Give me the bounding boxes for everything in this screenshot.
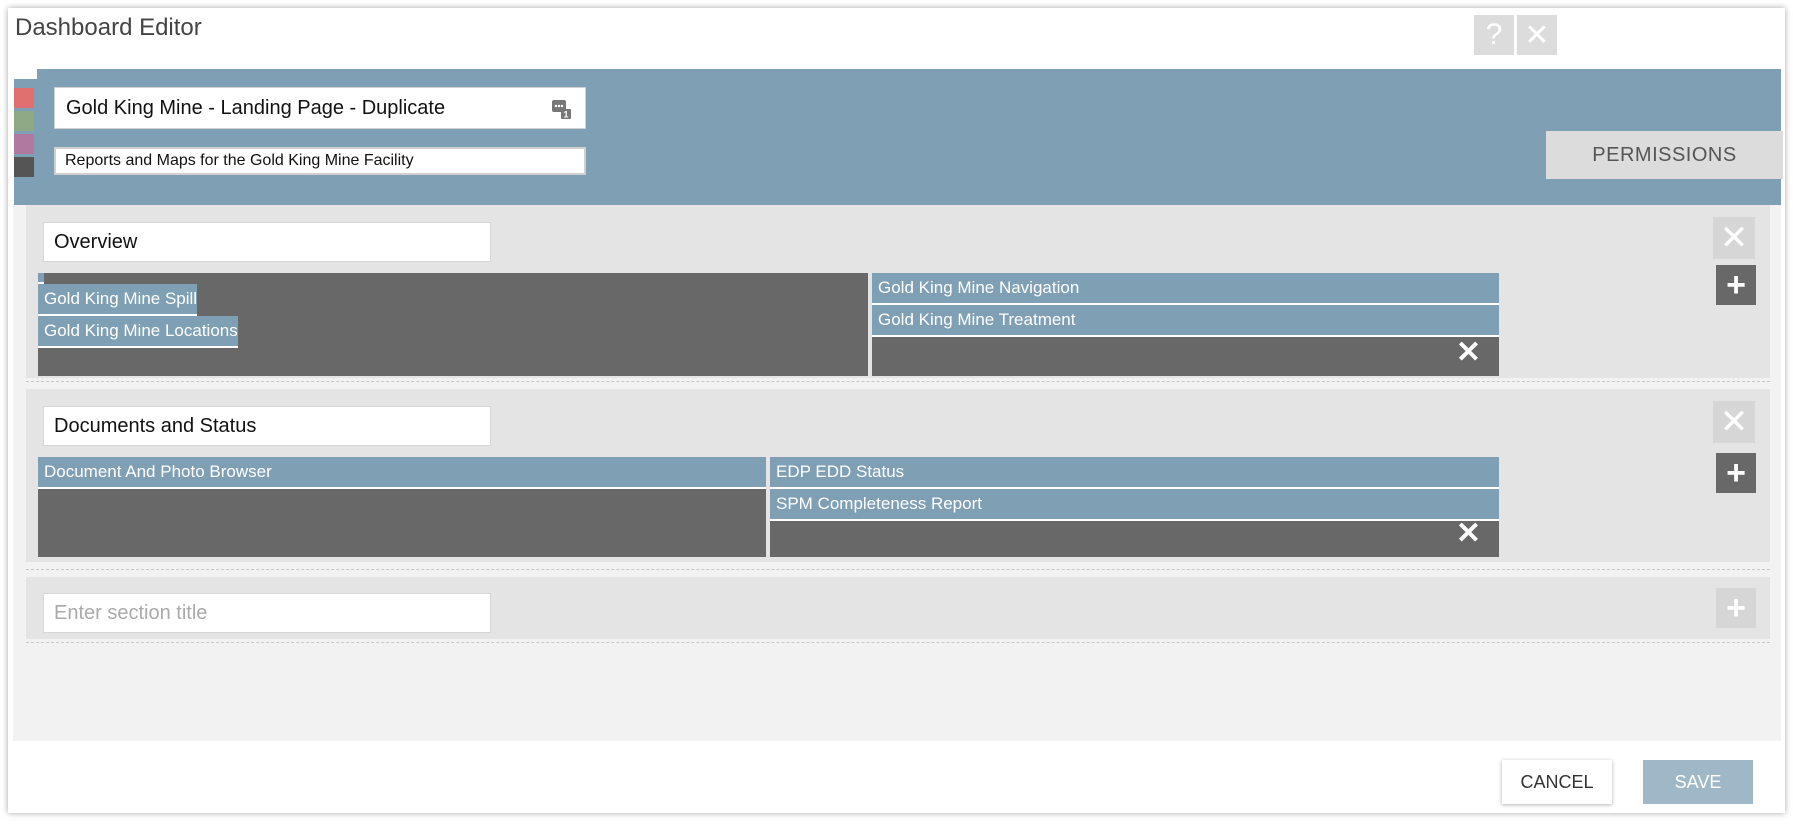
section-divider — [26, 569, 1770, 570]
dashboard-header: Gold King Mine - Landing Page - Duplicat… — [37, 69, 1783, 205]
widget-item[interactable]: SPM Completeness Report — [770, 489, 1499, 521]
dashboard-name-value: Gold King Mine - Landing Page - Duplicat… — [66, 96, 446, 119]
widget-column-left: Gold King Mine Spill Gold King Mine Loca… — [38, 273, 868, 376]
color-swatch-gray[interactable] — [14, 157, 34, 177]
color-swatch-purple[interactable] — [14, 134, 34, 154]
dashboard-description-input[interactable]: Reports and Maps for the Gold King Mine … — [54, 147, 586, 175]
section-documents-status: Documents and Status ✕ Document And Phot… — [26, 389, 1770, 562]
widget-item[interactable]: EDP EDD Status — [770, 457, 1499, 489]
widget-item[interactable]: Gold King Mine Navigation — [872, 273, 1499, 305]
plus-icon: + — [1726, 265, 1746, 304]
close-icon: ✕ — [1719, 219, 1749, 257]
cancel-button[interactable]: CANCEL — [1502, 760, 1612, 804]
widget-column-right: Gold King Mine Navigation Gold King Mine… — [872, 273, 1499, 376]
svg-text:1: 1 — [563, 110, 568, 120]
new-section-title-input[interactable]: Enter section title — [43, 593, 491, 633]
dashboard-name-input[interactable]: Gold King Mine - Landing Page - Duplicat… — [54, 87, 586, 129]
permissions-button[interactable]: PERMISSIONS — [1546, 131, 1783, 179]
close-icon: ✕ — [1719, 403, 1749, 441]
help-button[interactable]: ? — [1474, 15, 1514, 55]
section-divider — [26, 642, 1770, 643]
color-swatch-red[interactable] — [14, 88, 34, 108]
widget-item[interactable]: Gold King Mine Spill — [38, 284, 198, 316]
add-widget-button[interactable]: + — [1716, 453, 1756, 493]
add-section-button[interactable]: + — [1716, 588, 1756, 628]
widget-item[interactable]: Gold King Mine Treatment — [872, 305, 1499, 337]
plus-icon: + — [1726, 588, 1746, 627]
widget-column-left: Document And Photo Browser — [38, 457, 766, 557]
remove-column-icon[interactable]: ✕ — [1456, 338, 1481, 368]
dialog-title: Dashboard Editor — [15, 14, 202, 41]
widget-item[interactable] — [38, 273, 44, 284]
color-swatches — [14, 88, 34, 180]
section-overview: Overview ✕ Gold King Mine Spill Gold Kin… — [26, 205, 1770, 378]
remove-column-icon[interactable]: ✕ — [1456, 519, 1481, 549]
close-button[interactable]: ✕ — [1517, 15, 1557, 55]
duplicate-icon[interactable]: 1 — [551, 98, 573, 120]
section-divider — [26, 381, 1770, 382]
section-title-input[interactable]: Documents and Status — [43, 406, 491, 446]
sections-area: Overview ✕ Gold King Mine Spill Gold Kin… — [13, 205, 1781, 741]
section-title-input[interactable]: Overview — [43, 222, 491, 262]
save-button[interactable]: SAVE — [1643, 760, 1753, 804]
remove-section-button[interactable]: ✕ — [1713, 217, 1755, 259]
widget-item[interactable]: Document And Photo Browser — [38, 457, 766, 489]
add-widget-button[interactable]: + — [1716, 265, 1756, 305]
plus-icon: + — [1726, 453, 1746, 492]
widget-item[interactable]: Gold King Mine Locations — [38, 316, 238, 348]
remove-section-button[interactable]: ✕ — [1713, 401, 1755, 443]
dashboard-editor-dialog: Dashboard Editor ? ✕ Gold King Mine - La… — [8, 8, 1785, 813]
color-swatch-green[interactable] — [14, 111, 34, 131]
widget-column-right: EDP EDD Status SPM Completeness Report ✕ — [770, 457, 1499, 557]
section-new: Enter section title + — [26, 577, 1770, 639]
